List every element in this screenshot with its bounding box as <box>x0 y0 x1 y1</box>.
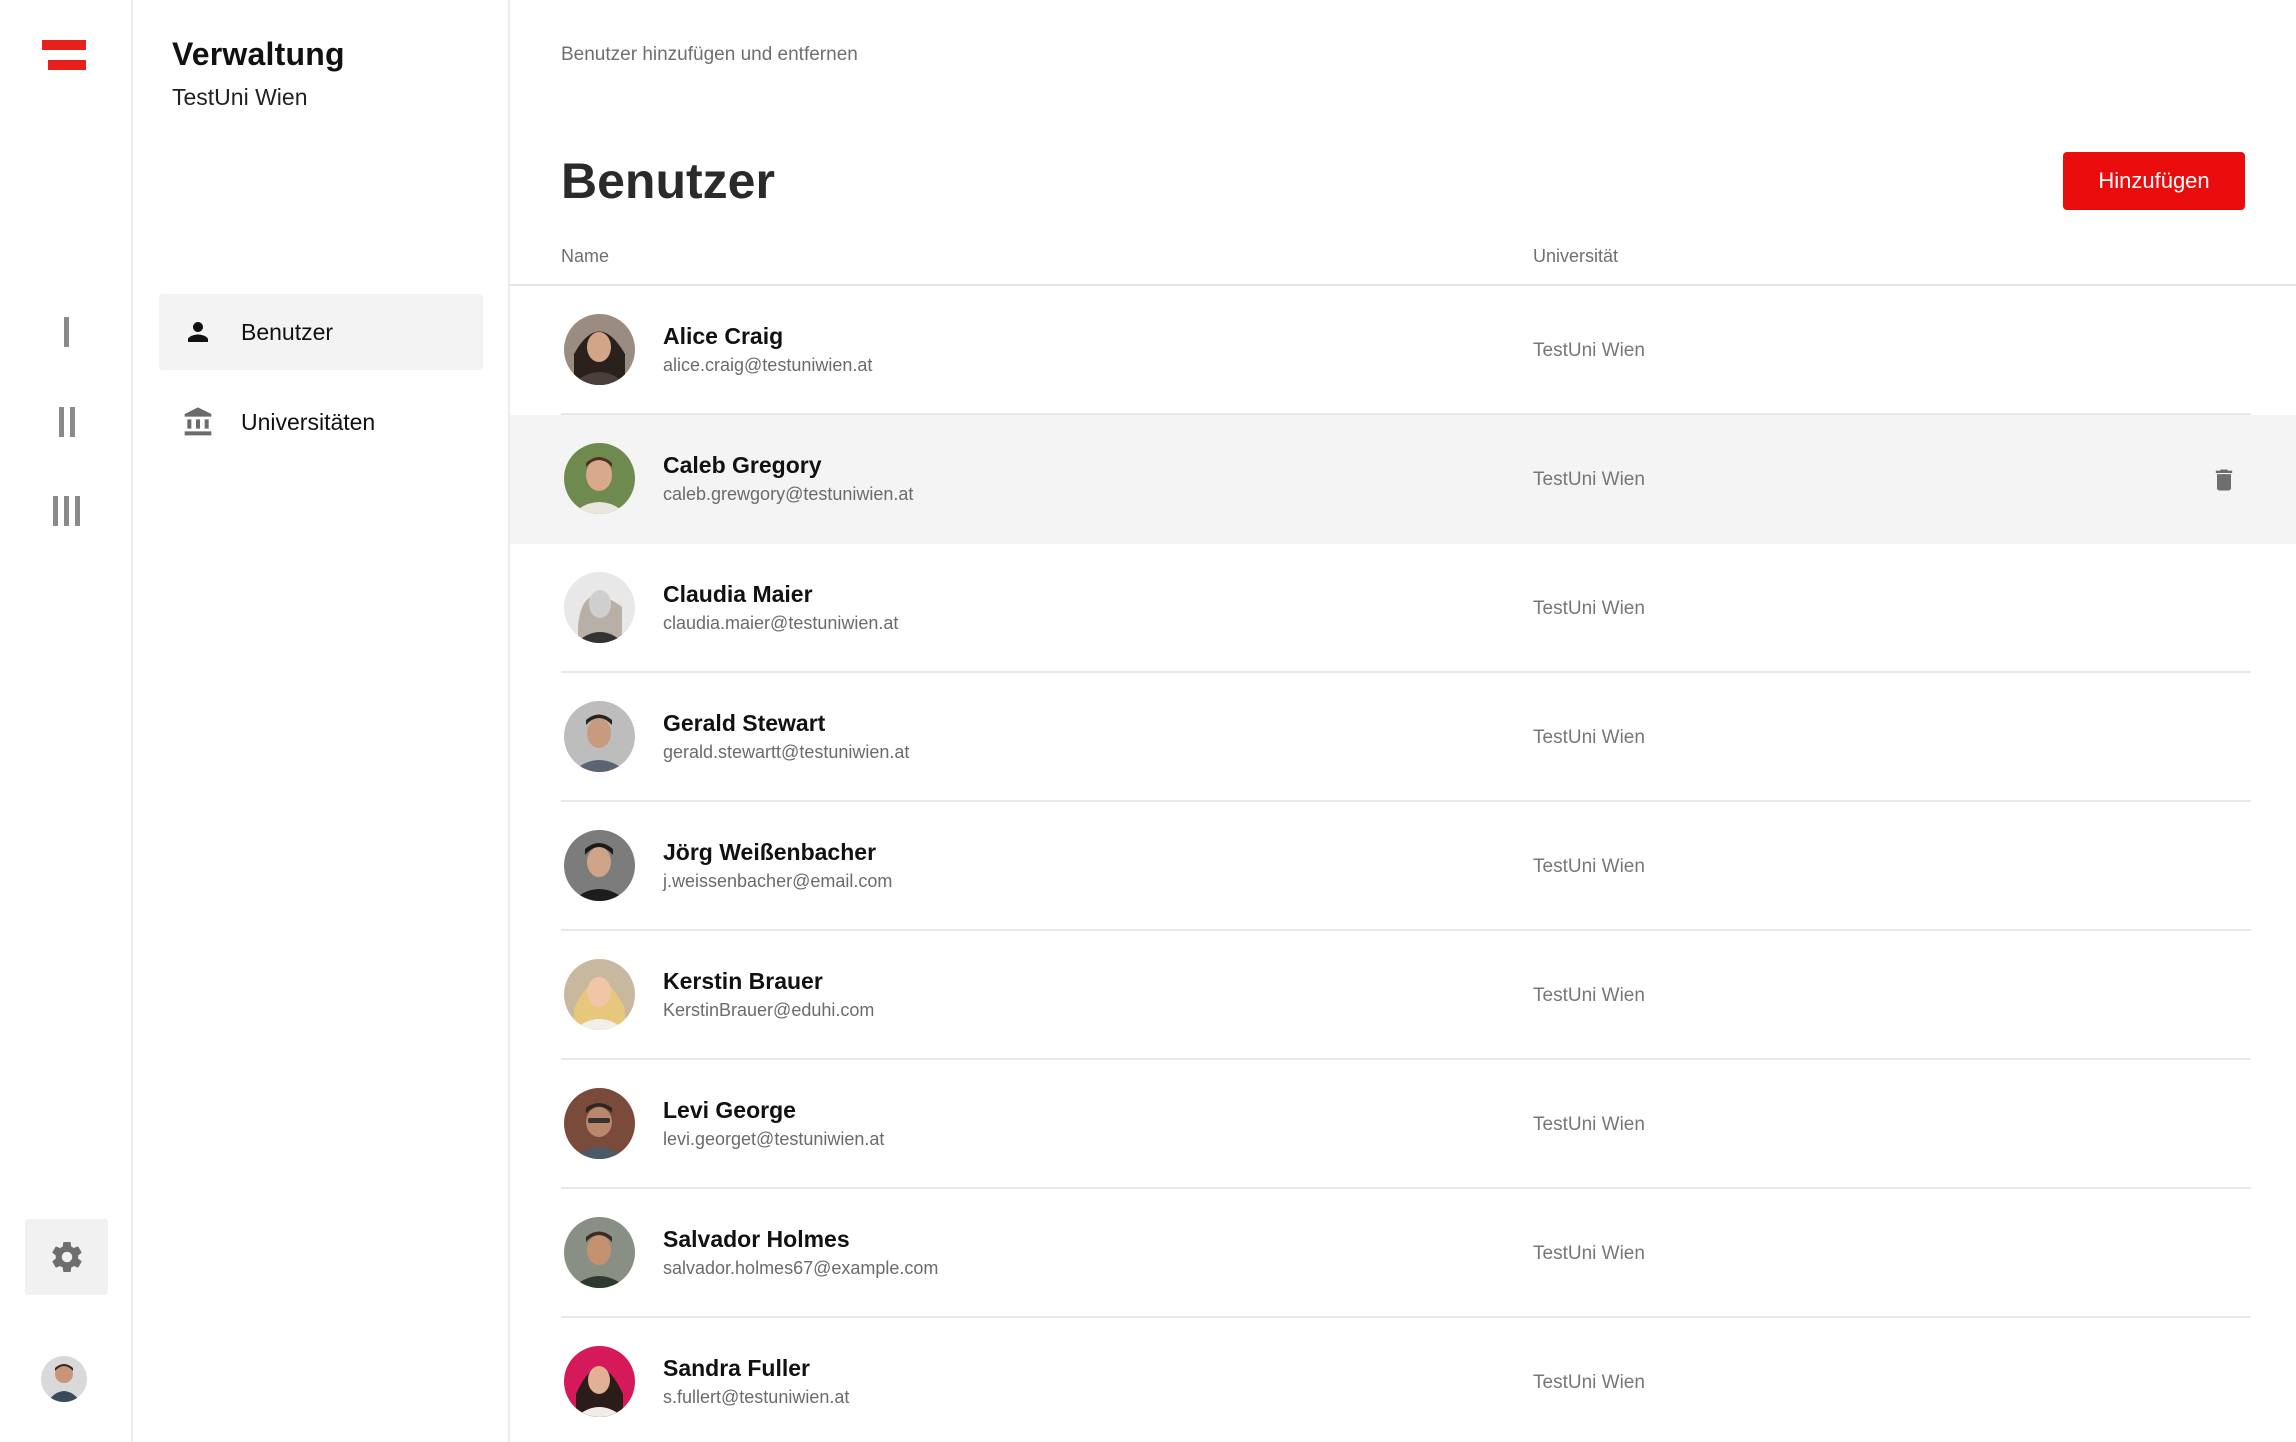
user-email: caleb.grewgory@testuniwien.at <box>663 484 914 504</box>
table-row[interactable]: Gerald Stewart gerald.stewartt@testuniwi… <box>510 673 2296 802</box>
breadcrumb: Benutzer hinzufügen und entfernen <box>561 44 858 65</box>
logo-bar-top <box>42 40 86 50</box>
user-name: Levi George <box>663 1097 796 1123</box>
user-university: TestUni Wien <box>1533 856 1645 877</box>
user-email: alice.craig@testuniwien.at <box>663 355 873 375</box>
user-avatar <box>564 1217 635 1288</box>
rail-section-2-icon[interactable] <box>0 402 133 442</box>
user-email: s.fullert@testuniwien.at <box>663 1387 850 1407</box>
nav-item-benutzer[interactable]: Benutzer <box>159 294 483 370</box>
user-avatar <box>564 830 635 901</box>
current-user-avatar[interactable] <box>41 1356 87 1402</box>
user-name: Salvador Holmes <box>663 1226 850 1252</box>
subnav-title: Verwaltung <box>172 36 345 72</box>
nav-item-label: Universitäten <box>241 408 376 435</box>
page-title: Benutzer <box>561 153 775 209</box>
table-row[interactable]: Sandra Fuller s.fullert@testuniwien.at T… <box>510 1318 2296 1442</box>
logo-bar-bottom <box>48 60 86 70</box>
person-icon <box>181 315 215 349</box>
user-name: Caleb Gregory <box>663 452 822 478</box>
user-email: KerstinBrauer@eduhi.com <box>663 1000 875 1020</box>
user-university: TestUni Wien <box>1533 469 1645 490</box>
user-university: TestUni Wien <box>1533 727 1645 748</box>
nav-item-label: Benutzer <box>241 318 334 345</box>
table-row[interactable]: Claudia Maier claudia.maier@testuniwien.… <box>510 544 2296 673</box>
settings-button[interactable] <box>25 1219 108 1295</box>
subnav-subtitle: TestUni Wien <box>172 84 308 110</box>
user-name: Kerstin Brauer <box>663 968 823 994</box>
app-rail <box>0 0 133 1442</box>
table-row[interactable]: Alice Craig alice.craig@testuniwien.at T… <box>510 286 2296 415</box>
user-name: Alice Craig <box>663 323 784 349</box>
user-avatar <box>564 443 635 514</box>
trash-icon <box>2215 469 2233 491</box>
table-row[interactable]: Caleb Gregory caleb.grewgory@testuniwien… <box>510 415 2296 544</box>
user-name: Sandra Fuller <box>663 1355 810 1381</box>
user-email: salvador.holmes67@example.com <box>663 1258 939 1278</box>
delete-user-button[interactable] <box>2210 465 2238 495</box>
user-university: TestUni Wien <box>1533 1372 1645 1393</box>
user-university: TestUni Wien <box>1533 340 1645 361</box>
user-name: Claudia Maier <box>663 581 813 607</box>
column-header-name[interactable]: Name <box>561 246 609 267</box>
university-icon <box>181 405 215 439</box>
austria-logo[interactable] <box>42 40 86 70</box>
user-email: levi.georget@testuniwien.at <box>663 1129 885 1149</box>
user-email: claudia.maier@testuniwien.at <box>663 613 899 633</box>
user-name: Jörg Weißenbacher <box>663 839 877 865</box>
user-university: TestUni Wien <box>1533 598 1645 619</box>
user-university: TestUni Wien <box>1533 985 1645 1006</box>
column-header-university[interactable]: Universität <box>1533 246 1618 267</box>
user-email: gerald.stewartt@testuniwien.at <box>663 742 910 762</box>
table-row[interactable]: Kerstin Brauer KerstinBrauer@eduhi.com T… <box>510 931 2296 1060</box>
user-avatar <box>564 1088 635 1159</box>
user-avatar <box>564 701 635 772</box>
gear-icon <box>51 1242 82 1273</box>
main-content: Benutzer hinzufügen und entfernen Benutz… <box>510 0 2296 1442</box>
user-university: TestUni Wien <box>1533 1243 1645 1264</box>
nav-item-universitaeten[interactable]: Universitäten <box>159 384 483 460</box>
table-row[interactable]: Salvador Holmes salvador.holmes67@exampl… <box>510 1189 2296 1318</box>
add-user-button[interactable]: Hinzufügen <box>2063 152 2245 210</box>
user-avatar <box>564 314 635 385</box>
rail-section-1-icon[interactable] <box>0 312 133 352</box>
user-avatar <box>564 572 635 643</box>
table-row[interactable]: Levi George levi.georget@testuniwien.at … <box>510 1060 2296 1189</box>
rail-section-3-icon[interactable] <box>0 491 133 531</box>
user-university: TestUni Wien <box>1533 1114 1645 1135</box>
table-row[interactable]: Jörg Weißenbacher j.weissenbacher@email.… <box>510 802 2296 931</box>
user-name: Gerald Stewart <box>663 710 826 736</box>
user-email: j.weissenbacher@email.com <box>663 871 893 891</box>
admin-subnav: Verwaltung TestUni Wien Benutzer Univers… <box>133 0 510 1442</box>
user-avatar <box>564 959 635 1030</box>
user-avatar <box>564 1346 635 1417</box>
